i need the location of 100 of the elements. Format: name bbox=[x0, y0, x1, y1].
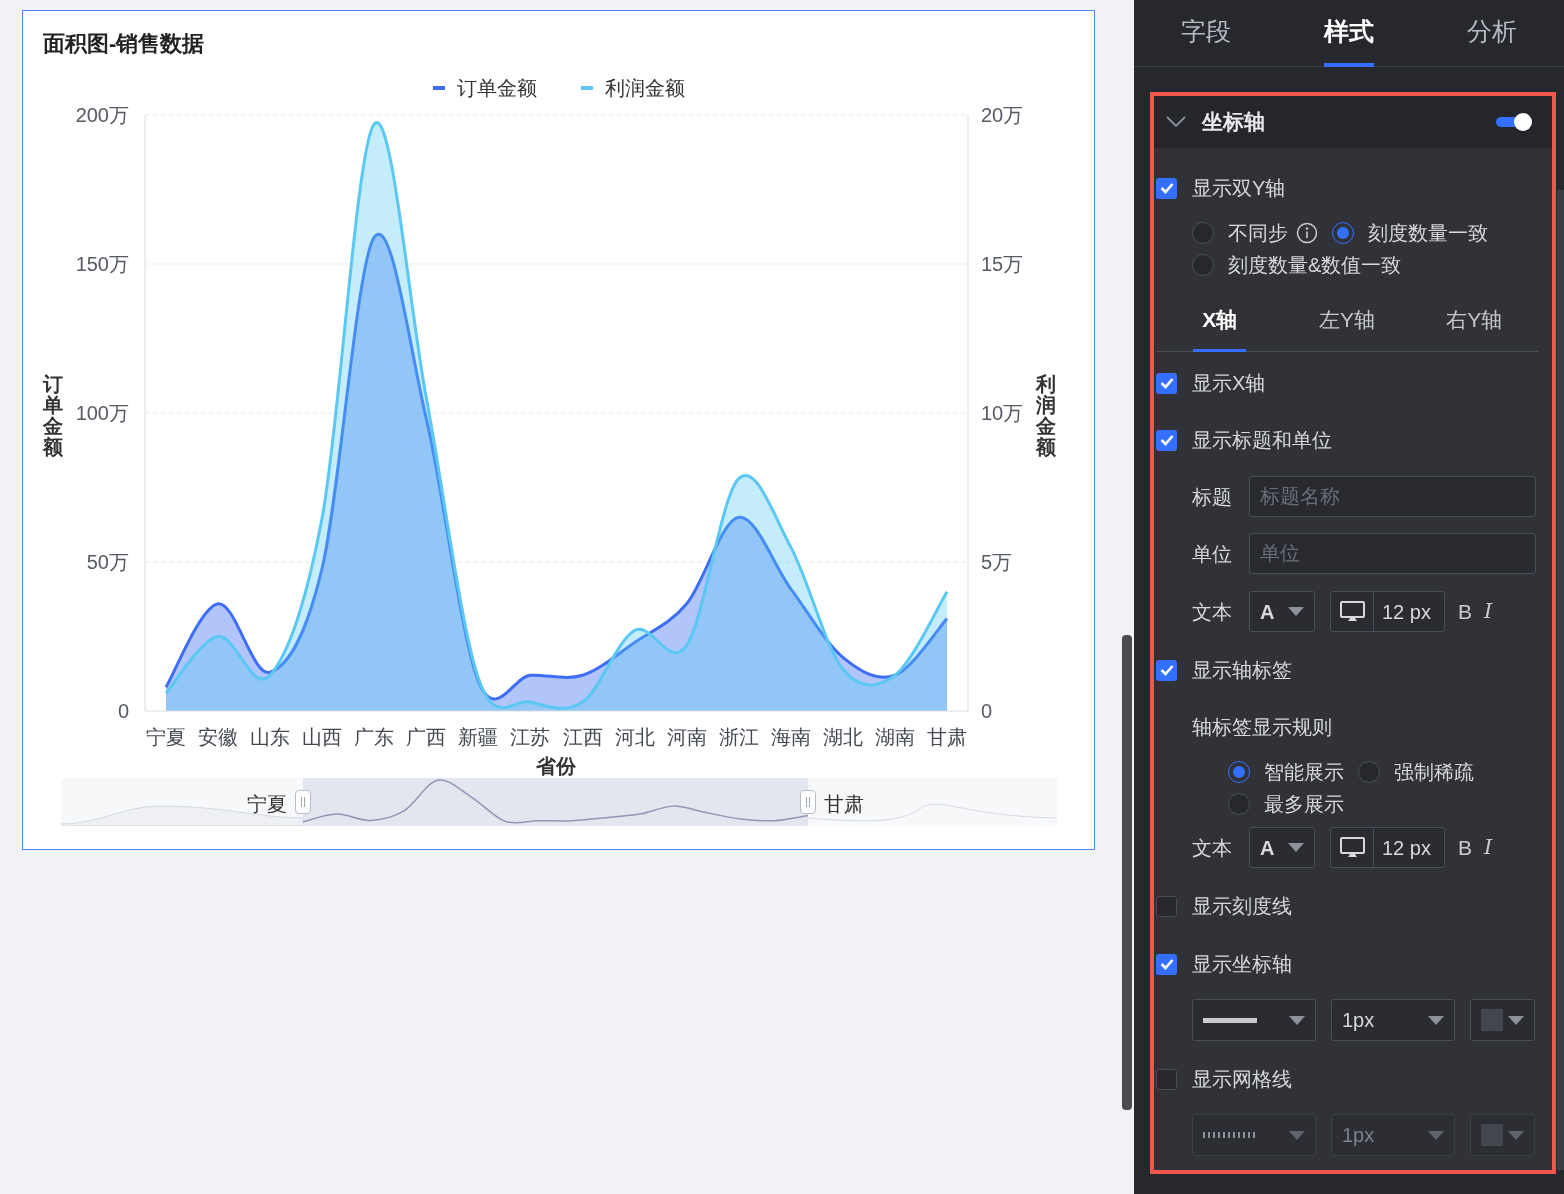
category-label: 广东 bbox=[354, 726, 395, 748]
caret-icon bbox=[1289, 1015, 1305, 1025]
text-field[interactable]: 标题名称 bbox=[1249, 476, 1536, 517]
radio-button[interactable] bbox=[1192, 222, 1214, 244]
tick-label: 100万 bbox=[75, 402, 129, 424]
field-label: 文本 bbox=[1192, 835, 1233, 861]
tick-label: 200万 bbox=[75, 104, 129, 126]
caret-icon bbox=[1428, 1130, 1444, 1140]
radio-label: 刻度数量一致 bbox=[1368, 221, 1488, 246]
radio-label: 刻度数量&数值一致 bbox=[1228, 253, 1402, 278]
italic-toggle[interactable]: I bbox=[1484, 831, 1493, 864]
category-label: 山西 bbox=[302, 726, 343, 748]
tick-label: 15万 bbox=[981, 253, 1024, 275]
field-label: 单位 bbox=[1192, 541, 1233, 567]
font-size-field[interactable]: 12 px bbox=[1330, 591, 1445, 632]
checkbox-label: 显示X轴 bbox=[1192, 371, 1266, 396]
line-color-select[interactable] bbox=[1470, 1114, 1535, 1156]
check-icon bbox=[1159, 434, 1174, 446]
field-label: 文本 bbox=[1192, 599, 1233, 625]
range-handle[interactable] bbox=[800, 790, 816, 814]
font-size-field[interactable]: 12 px bbox=[1330, 827, 1445, 868]
axis-title: 订单金额 bbox=[43, 373, 63, 458]
section-title: 坐标轴 bbox=[1202, 109, 1265, 136]
monitor-icon bbox=[1339, 836, 1365, 859]
bold-toggle[interactable]: B bbox=[1458, 831, 1472, 864]
caret-icon bbox=[1289, 1130, 1305, 1140]
italic-toggle[interactable]: I bbox=[1484, 595, 1493, 628]
checkbox-label: 显示双Y轴 bbox=[1192, 176, 1286, 201]
checkbox-label: 显示标题和单位 bbox=[1192, 428, 1332, 453]
panel-tab[interactable]: 样式 bbox=[1324, 0, 1374, 67]
bold-toggle[interactable]: B bbox=[1458, 595, 1472, 628]
panel-tab[interactable]: 分析 bbox=[1467, 0, 1518, 67]
category-label: 广西 bbox=[406, 726, 447, 748]
checkbox[interactable] bbox=[1156, 177, 1177, 199]
check-icon bbox=[1159, 182, 1174, 194]
category-label: 江西 bbox=[562, 726, 603, 748]
checkbox[interactable] bbox=[1156, 659, 1177, 681]
tick-label: 0 bbox=[981, 700, 993, 722]
category-label: 江苏 bbox=[510, 726, 551, 748]
tick-label: 150万 bbox=[75, 253, 129, 275]
checkbox-label: 显示坐标轴 bbox=[1192, 952, 1292, 977]
check-icon bbox=[1159, 958, 1174, 970]
radio-label: 强制稀疏 bbox=[1394, 760, 1474, 785]
range-start-label: 宁夏 bbox=[247, 792, 287, 817]
check-icon bbox=[1159, 664, 1174, 676]
font-color-select[interactable]: A bbox=[1249, 827, 1315, 868]
dotted-line-icon bbox=[1203, 1132, 1257, 1138]
checkbox[interactable] bbox=[1156, 1068, 1177, 1090]
radio-button[interactable] bbox=[1228, 793, 1250, 815]
caret-icon bbox=[1288, 607, 1304, 616]
color-swatch bbox=[1481, 1124, 1503, 1146]
color-swatch bbox=[1481, 1009, 1503, 1031]
field-label: 轴标签显示规则 bbox=[1192, 715, 1332, 740]
checkbox[interactable] bbox=[1156, 953, 1177, 975]
tick-label: 0 bbox=[117, 700, 129, 722]
monitor-icon bbox=[1339, 600, 1365, 623]
tick-label: 5万 bbox=[981, 551, 1013, 573]
category-label: 河南 bbox=[666, 726, 707, 748]
axis-title: 省份 bbox=[536, 755, 576, 777]
axis-title: 利润金额 bbox=[1036, 373, 1056, 458]
category-label: 海南 bbox=[770, 726, 811, 748]
caret-icon bbox=[1288, 843, 1304, 852]
caret-icon bbox=[1508, 1130, 1524, 1140]
checkbox-label: 显示轴标签 bbox=[1192, 658, 1292, 683]
legend-marker bbox=[432, 86, 445, 90]
axis-tab[interactable]: X轴 bbox=[1193, 291, 1247, 352]
radio-button[interactable] bbox=[1192, 254, 1214, 276]
font-color-select[interactable]: A bbox=[1249, 591, 1315, 632]
legend-label[interactable]: 利润金额 bbox=[604, 73, 685, 103]
radio-label: 不同步 bbox=[1228, 221, 1288, 246]
radio-button[interactable] bbox=[1358, 761, 1380, 783]
category-label: 湖南 bbox=[874, 726, 915, 748]
category-label: 河北 bbox=[614, 726, 655, 748]
info-icon[interactable] bbox=[1296, 222, 1318, 244]
category-label: 浙江 bbox=[718, 726, 759, 748]
category-label: 湖北 bbox=[822, 726, 863, 748]
range-handle[interactable] bbox=[295, 790, 311, 814]
line-color-select[interactable] bbox=[1470, 999, 1535, 1041]
section-header[interactable]: 坐标轴 bbox=[1154, 96, 1552, 148]
panel-tab[interactable]: 字段 bbox=[1180, 0, 1231, 67]
check-icon bbox=[1159, 377, 1174, 389]
range-end-label: 甘肃 bbox=[824, 792, 864, 817]
axis-tab[interactable]: 左Y轴 bbox=[1310, 291, 1384, 352]
checkbox[interactable] bbox=[1156, 429, 1177, 451]
checkbox-label: 显示网格线 bbox=[1192, 1067, 1292, 1092]
caret-icon bbox=[1428, 1015, 1444, 1025]
category-label: 甘肃 bbox=[927, 726, 967, 748]
tick-label: 10万 bbox=[981, 402, 1024, 424]
radio-label: 智能展示 bbox=[1264, 760, 1344, 785]
text-field[interactable]: 单位 bbox=[1249, 533, 1536, 574]
category-label: 宁夏 bbox=[146, 726, 186, 748]
tick-label: 20万 bbox=[981, 104, 1024, 126]
legend-label[interactable]: 订单金额 bbox=[456, 73, 537, 103]
checkbox[interactable] bbox=[1156, 895, 1177, 917]
line-width-select[interactable]: 1px bbox=[1331, 999, 1455, 1041]
axis-tab[interactable]: 右Y轴 bbox=[1437, 291, 1512, 352]
radio-label: 最多展示 bbox=[1264, 792, 1344, 817]
chart-title: 面积图-销售数据 bbox=[43, 30, 206, 58]
line-style-select[interactable] bbox=[1192, 999, 1316, 1041]
checkbox[interactable] bbox=[1156, 372, 1177, 394]
